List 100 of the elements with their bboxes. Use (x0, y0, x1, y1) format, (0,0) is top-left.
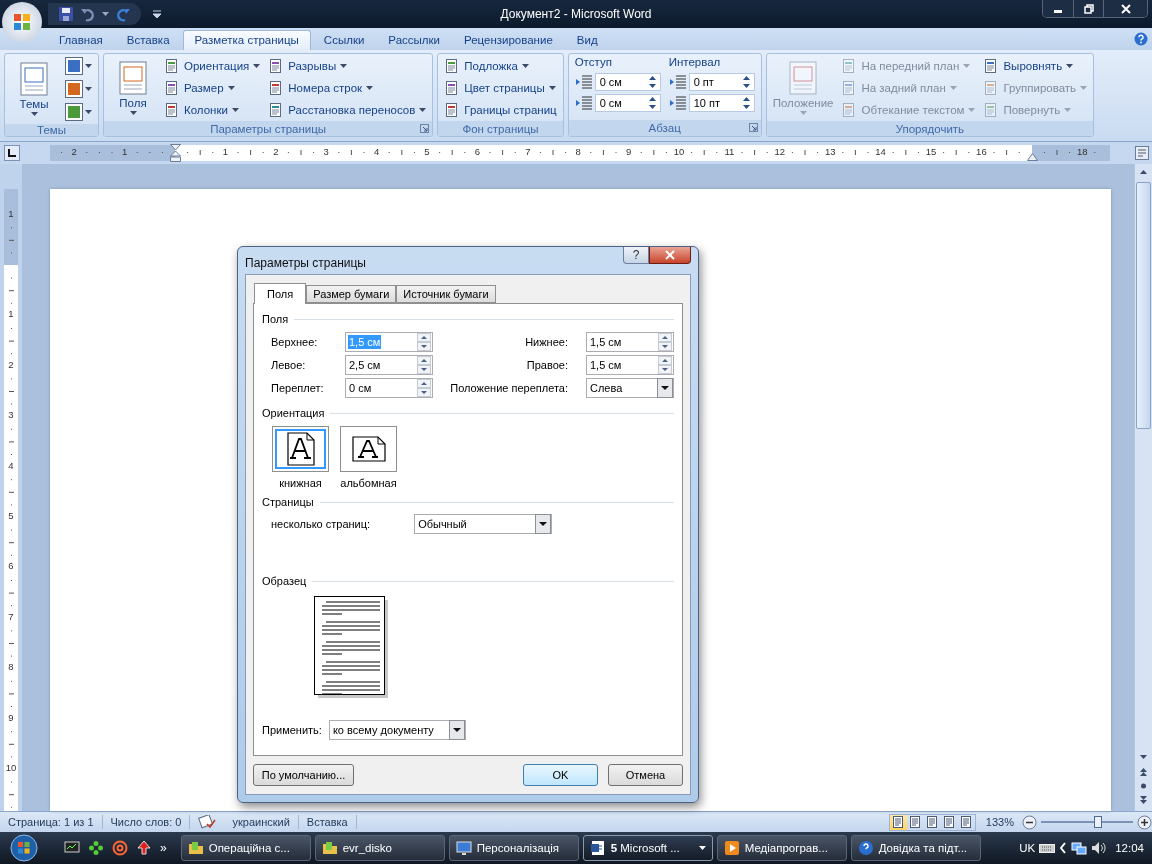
clock[interactable]: 12:04 (1115, 842, 1144, 854)
keyboard-icon[interactable] (1039, 842, 1056, 854)
chevron-icon[interactable] (1059, 842, 1068, 854)
zoom-level[interactable]: 133% (985, 816, 1014, 828)
monitor-icon[interactable] (64, 840, 80, 856)
language-indicator[interactable]: UK (1019, 842, 1036, 854)
dropdown-field[interactable]: ко всему документу (328, 720, 466, 740)
taskbar-button[interactable]: Операційна с... (180, 835, 311, 861)
status-item[interactable]: Число слов: 0 (102, 815, 191, 829)
close-button[interactable] (1103, 0, 1147, 17)
taskbar-button[interactable]: Медіапрограв... (716, 835, 847, 861)
more-button[interactable]: » (160, 841, 167, 855)
zoom-out-icon[interactable] (1022, 814, 1037, 830)
document-icon (117, 60, 149, 95)
save-icon[interactable] (58, 6, 74, 22)
ruler-number: 1 (221, 146, 230, 157)
ribbon-tab[interactable]: Вставка (115, 31, 181, 50)
spin-field[interactable]: 0 см (594, 94, 661, 112)
group-title: Фон страницы (462, 122, 539, 135)
ribbon-tab[interactable]: Ссылки (312, 31, 376, 50)
group-label: Отступ (574, 56, 613, 70)
dropdown-field[interactable]: Слева (586, 378, 674, 398)
zoom-in-icon[interactable] (1137, 814, 1152, 830)
spin-field[interactable]: 10 пт (688, 94, 755, 112)
ribbon-button[interactable]: Размер (164, 78, 261, 97)
spelling-check-icon[interactable] (198, 815, 217, 829)
spin-field[interactable]: 2,5 см (345, 355, 433, 375)
ribbon-button[interactable]: Поля (110, 58, 156, 117)
ribbon-button[interactable]: Цвет страницы (444, 78, 557, 97)
spin-field[interactable]: 1,5 см (586, 332, 674, 352)
status-item[interactable]: Вставка (298, 815, 357, 829)
right-indent-marker-icon[interactable] (1027, 153, 1038, 161)
caret-icon[interactable] (102, 12, 109, 16)
dropdown-field[interactable]: Обычный (414, 514, 553, 534)
flower-icon[interactable] (88, 840, 104, 856)
ribbon-button[interactable]: Границы страниц (444, 100, 557, 119)
dialog-tab[interactable]: Поля (254, 283, 307, 304)
redo-icon[interactable] (115, 6, 131, 22)
ribbon-button[interactable]: Ориентация (164, 56, 261, 75)
ribbon-button[interactable]: Расстановка переносов (268, 100, 427, 119)
network-icon[interactable] (1071, 840, 1088, 856)
ribbon-tab[interactable]: Рассылки (377, 31, 451, 50)
dialog-button[interactable]: Отмена (608, 764, 683, 786)
office-button[interactable] (2, 2, 42, 42)
restore-button[interactable] (1073, 0, 1103, 17)
dialog-tab[interactable]: Источник бумаги (396, 285, 496, 303)
ribbon-tab[interactable]: Вид (565, 31, 609, 50)
ribbon-tab[interactable]: Разметка страницы (182, 30, 311, 50)
taskbar-button[interactable]: evr_disko (314, 835, 445, 861)
ruler-number: 11 (723, 146, 736, 157)
ribbon-button[interactable]: Колонки (164, 100, 261, 119)
minimize-button[interactable] (1043, 0, 1073, 17)
swatch-icon (65, 80, 83, 98)
ribbon-button[interactable] (65, 102, 92, 122)
dialog-launcher-icon[interactable] (420, 124, 430, 133)
upload-arrow-icon[interactable] (136, 840, 152, 856)
help-button[interactable]: ? (623, 247, 649, 264)
zoom-slider-thumb[interactable] (1094, 816, 1103, 828)
status-item[interactable]: украинский (224, 815, 299, 829)
page-icon (892, 816, 905, 828)
speaker-icon[interactable] (1091, 840, 1108, 856)
field-label: Правое: (525, 359, 569, 371)
folder-icon (187, 840, 204, 856)
ruler-number: 14 (874, 146, 887, 157)
undo-icon[interactable] (80, 6, 96, 22)
orientation-option[interactable] (340, 426, 397, 472)
taskbar-button[interactable]: 5 Microsoft ... (582, 835, 713, 861)
view-button[interactable] (889, 814, 907, 830)
ruler-number: 18 (1075, 146, 1089, 157)
ribbon-button[interactable]: Подложка (444, 56, 557, 75)
ribbon-button[interactable]: Темы (11, 60, 57, 118)
spin-field[interactable]: 1,5 см (586, 355, 674, 375)
spin-field[interactable]: 0 см (345, 378, 433, 398)
ribbon-button[interactable]: Номера строк (268, 78, 427, 97)
ribbon-tab[interactable]: Рецензирование (453, 31, 564, 50)
dialog-launcher-icon[interactable] (748, 123, 758, 132)
spin-field[interactable]: 0 пт (688, 73, 755, 91)
scroll-thumb[interactable] (1136, 182, 1151, 429)
dialog-tab[interactable]: Размер бумаги (306, 285, 397, 303)
ribbon-button[interactable]: Выровнять (983, 56, 1088, 75)
close-button[interactable] (649, 247, 691, 264)
customize-icon[interactable] (153, 10, 161, 18)
orientation-option[interactable] (272, 426, 329, 472)
dialog-button[interactable]: По умолчанию... (253, 764, 354, 786)
ribbon-button[interactable]: Разрывы (268, 56, 427, 75)
status-item[interactable]: Страница: 1 из 1 (0, 815, 103, 829)
ruler-number: 2 (272, 146, 280, 157)
taskbar-button[interactable]: Довідка та підт... (850, 835, 981, 861)
ruler-number: 7 (7, 610, 15, 622)
tab-selector-button[interactable] (4, 145, 20, 161)
ribbon-button[interactable] (65, 79, 92, 99)
play-icon (723, 840, 740, 856)
ribbon-tab[interactable]: Главная (48, 31, 114, 50)
indent-marker-icon[interactable] (170, 144, 181, 162)
spin-field[interactable]: 0 см (594, 73, 661, 91)
ribbon-button[interactable] (65, 56, 92, 76)
help-icon[interactable] (1134, 32, 1148, 46)
dialog-button[interactable]: OK (523, 764, 598, 786)
view-ruler-icon[interactable] (1135, 146, 1149, 160)
taskbar-button[interactable]: Персоналізація (448, 835, 579, 861)
